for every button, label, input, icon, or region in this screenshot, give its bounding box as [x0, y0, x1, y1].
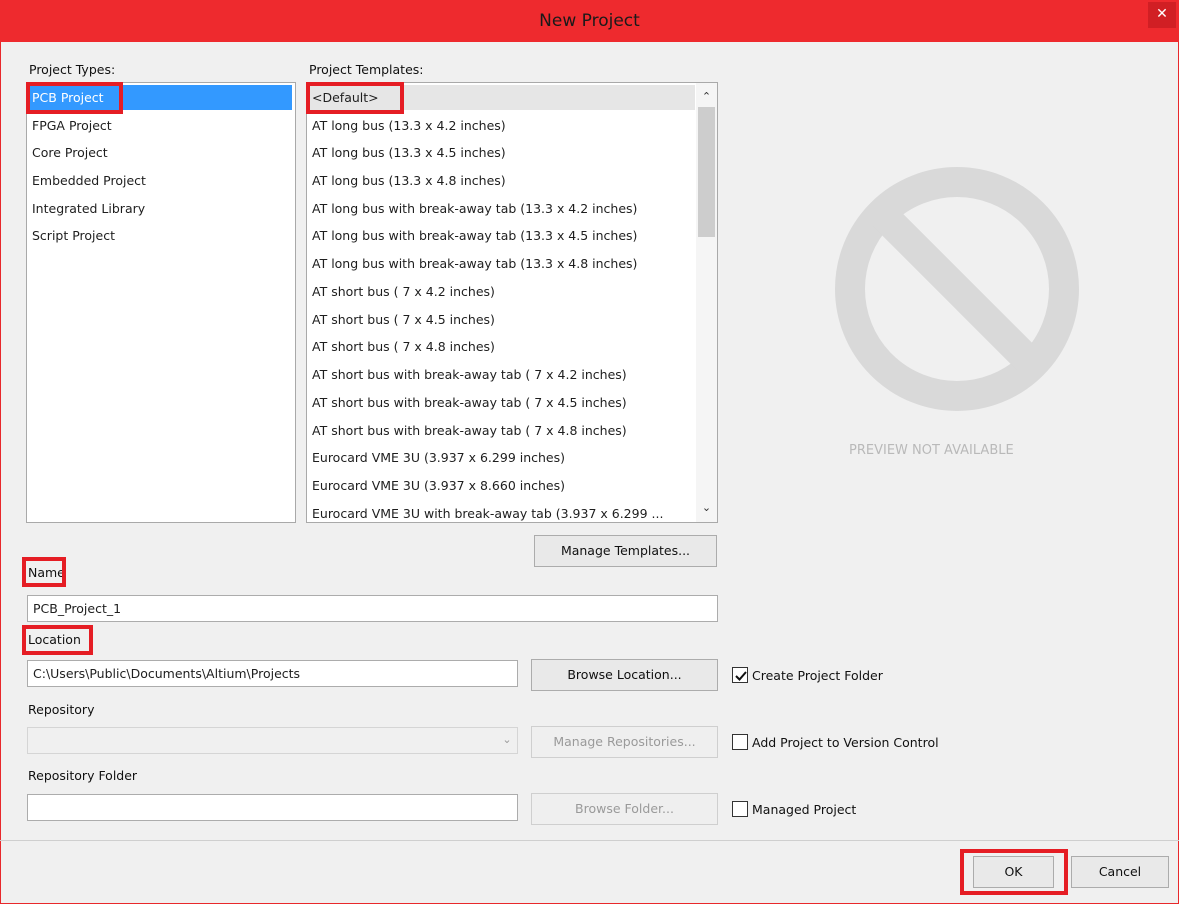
template-item[interactable]: Eurocard VME 3U (3.937 x 6.299 inches) [310, 445, 714, 470]
project-types-list[interactable]: PCB Project FPGA Project Core Project Em… [26, 82, 296, 523]
highlight-pcb-project [26, 82, 123, 114]
template-item[interactable]: AT short bus with break-away tab ( 7 x 4… [310, 418, 714, 443]
preview-not-available-text: PREVIEW NOT AVAILABLE [849, 443, 1014, 458]
cancel-button[interactable]: Cancel [1071, 856, 1169, 888]
project-templates-label: Project Templates: [309, 62, 424, 77]
template-item[interactable]: AT long bus with break-away tab (13.3 x … [310, 251, 714, 276]
prohibited-icon [828, 160, 1086, 418]
template-item[interactable]: Eurocard VME 3U with break-away tab (3.9… [310, 501, 695, 522]
version-control-checkbox[interactable] [732, 734, 748, 750]
project-type-core[interactable]: Core Project [30, 140, 292, 165]
scroll-down-icon[interactable]: ⌄ [696, 500, 717, 520]
close-button[interactable]: ✕ [1148, 2, 1176, 28]
manage-repositories-button[interactable]: Manage Repositories... [531, 726, 718, 758]
project-type-embedded[interactable]: Embedded Project [30, 168, 292, 193]
highlight-location-label [22, 625, 93, 655]
name-input[interactable]: PCB_Project_1 [27, 595, 718, 622]
template-item[interactable]: AT short bus with break-away tab ( 7 x 4… [310, 390, 714, 415]
manage-templates-button[interactable]: Manage Templates... [534, 535, 717, 567]
repository-select[interactable] [27, 727, 518, 754]
managed-project-checkbox[interactable] [732, 801, 748, 817]
scroll-up-icon[interactable]: ⌃ [696, 86, 717, 106]
project-type-integrated-library[interactable]: Integrated Library [30, 196, 292, 221]
managed-project-label[interactable]: Managed Project [752, 802, 856, 817]
template-item[interactable]: AT long bus (13.3 x 4.8 inches) [310, 168, 714, 193]
template-item[interactable]: AT long bus with break-away tab (13.3 x … [310, 223, 714, 248]
repository-label: Repository [28, 702, 95, 717]
highlight-name-label [22, 557, 66, 587]
project-templates-list[interactable]: <Default> AT long bus (13.3 x 4.2 inches… [306, 82, 718, 523]
highlight-default-template [306, 82, 404, 114]
chevron-down-icon: ⌄ [502, 733, 512, 746]
highlight-ok-button [960, 849, 1068, 895]
template-item[interactable]: AT short bus with break-away tab ( 7 x 4… [310, 362, 714, 387]
project-types-label: Project Types: [29, 62, 116, 77]
footer-separator [0, 840, 1179, 841]
template-item[interactable]: AT short bus ( 7 x 4.5 inches) [310, 307, 714, 332]
location-input[interactable]: C:\Users\Public\Documents\Altium\Project… [27, 660, 518, 687]
browse-folder-button[interactable]: Browse Folder... [531, 793, 718, 825]
repository-folder-input[interactable] [27, 794, 518, 821]
browse-location-button[interactable]: Browse Location... [531, 659, 718, 691]
create-project-folder-checkbox[interactable] [732, 667, 748, 683]
project-type-fpga[interactable]: FPGA Project [30, 113, 292, 138]
template-item[interactable]: Eurocard VME 3U (3.937 x 8.660 inches) [310, 473, 714, 498]
checkmark-icon [735, 671, 747, 681]
template-item[interactable]: AT long bus (13.3 x 4.5 inches) [310, 140, 714, 165]
window-title: New Project [539, 11, 640, 31]
repository-folder-label: Repository Folder [28, 768, 138, 783]
template-item[interactable]: AT long bus with break-away tab (13.3 x … [310, 196, 714, 221]
version-control-label[interactable]: Add Project to Version Control [752, 735, 939, 750]
template-item[interactable]: AT short bus ( 7 x 4.8 inches) [310, 334, 714, 359]
project-type-script[interactable]: Script Project [30, 223, 292, 248]
create-project-folder-label[interactable]: Create Project Folder [752, 668, 883, 683]
template-item[interactable]: AT short bus ( 7 x 4.2 inches) [310, 279, 714, 304]
template-item[interactable]: AT long bus (13.3 x 4.2 inches) [310, 113, 714, 138]
scrollbar-thumb[interactable] [698, 107, 715, 237]
